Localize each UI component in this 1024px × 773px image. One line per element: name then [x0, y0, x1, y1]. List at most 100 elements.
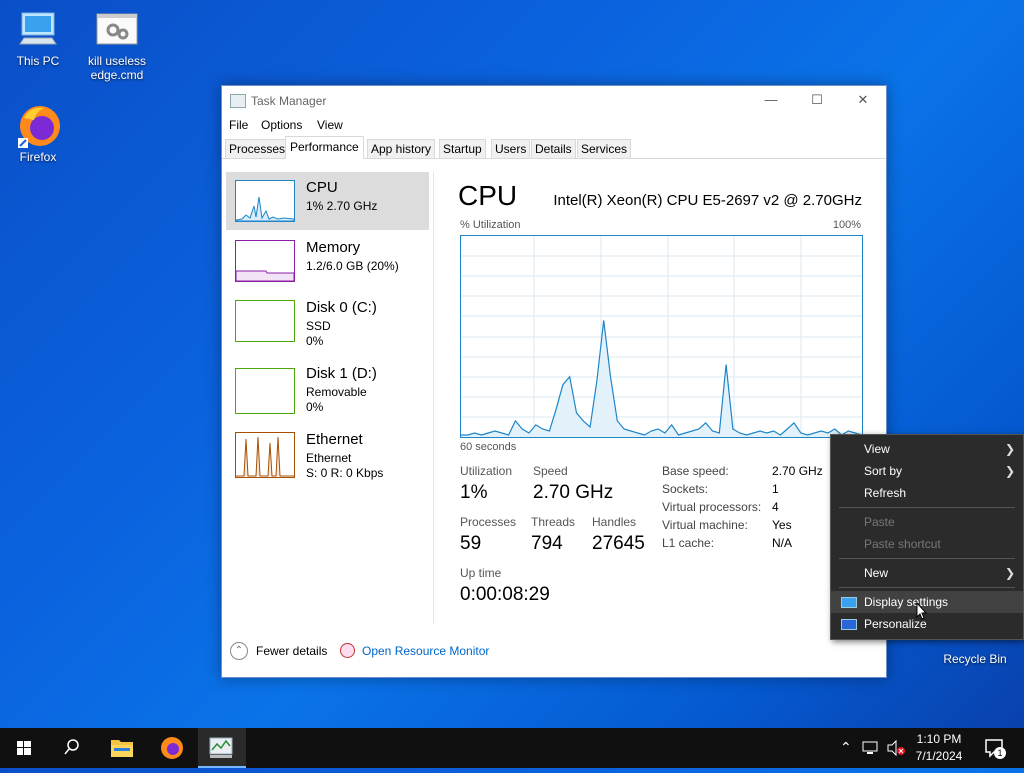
desktop-icon-label: kill useless edge.cmd [87, 54, 147, 82]
resource-ethernet[interactable]: Ethernet Ethernet S: 0 R: 0 Kbps [226, 424, 429, 482]
folder-icon [111, 740, 133, 757]
menu-item-new[interactable]: New ❯ [831, 562, 1023, 584]
resource-detail: 1.2/6.0 GB (20%) [306, 259, 399, 273]
virtual-processors-label: Virtual processors: [662, 500, 762, 514]
network-icon[interactable] [862, 740, 880, 756]
menu-item-label: View [864, 442, 890, 456]
resource-usage: 0% [306, 400, 324, 414]
handles-value: 27645 [592, 533, 645, 554]
menu-separator [839, 558, 1015, 559]
resource-monitor-icon [340, 643, 355, 658]
tab-performance[interactable]: Performance [285, 136, 364, 159]
resource-name: CPU [306, 179, 338, 196]
chevron-up-icon: ⌃ [230, 642, 248, 660]
mouse-cursor-icon [916, 602, 928, 620]
resource-name: Memory [306, 239, 361, 256]
cpu-thumbnail-graph [235, 180, 295, 222]
resource-detail: SSD [306, 319, 331, 333]
utilization-label: Utilization [460, 464, 513, 478]
tab-app-history[interactable]: App history [367, 139, 436, 158]
resource-usage: 0% [306, 334, 324, 348]
task-manager-taskbar-button[interactable] [198, 728, 246, 768]
desktop-icon-label: Firefox [19, 150, 57, 164]
clock-time[interactable]: 1:10 PM [908, 732, 970, 746]
sockets-label: Sockets: [662, 482, 709, 496]
title-bar[interactable]: Task Manager — ☐ ✕ [222, 86, 886, 116]
desktop-icon-firefox[interactable]: Firefox [0, 106, 76, 164]
chevron-right-icon: ❯ [1004, 442, 1015, 456]
menu-view[interactable]: View [317, 118, 343, 132]
resource-memory[interactable]: Memory 1.2/6.0 GB (20%) [226, 232, 429, 290]
display-icon [841, 597, 857, 608]
tab-users[interactable]: Users [491, 139, 531, 158]
desktop-icon-recycle-bin[interactable]: Recycle Bin [937, 636, 1013, 666]
computer-icon [16, 10, 60, 50]
resource-usage: S: 0 R: 0 Kbps [306, 466, 384, 480]
processes-value: 59 [460, 533, 482, 554]
base-speed-value: 2.70 GHz [772, 464, 823, 478]
desktop-icon-this-pc[interactable]: This PC [0, 10, 76, 68]
resource-detail: Removable [306, 385, 367, 399]
sockets-value: 1 [772, 482, 779, 496]
cpu-utilization-graph [460, 235, 863, 438]
chevron-right-icon: ❯ [1004, 566, 1015, 580]
resource-cpu[interactable]: CPU 1% 2.70 GHz [226, 172, 429, 230]
tab-services[interactable]: Services [577, 139, 632, 158]
virtual-machine-value: Yes [772, 518, 792, 532]
cpu-title: CPU [458, 180, 518, 211]
ethernet-thumbnail-graph [235, 432, 295, 478]
search-icon [64, 739, 79, 755]
firefox-icon [161, 737, 183, 759]
menu-item-paste-shortcut: Paste shortcut [831, 533, 1023, 555]
handles-label: Handles [592, 515, 637, 529]
resource-name: Disk 1 (D:) [306, 365, 377, 382]
open-resource-monitor-label: Open Resource Monitor [362, 644, 490, 658]
firefox-taskbar-button[interactable] [148, 728, 196, 768]
maximize-button[interactable]: ☐ [794, 86, 840, 116]
menu-item-view[interactable]: View ❯ [831, 438, 1023, 460]
graph-max-label: 100% [832, 219, 861, 231]
fewer-details-label: Fewer details [256, 644, 328, 658]
task-manager-window: Task Manager — ☐ ✕ File Options View Pro… [221, 85, 887, 678]
virtual-machine-label: Virtual machine: [662, 518, 748, 532]
memory-thumbnail-graph [235, 240, 295, 282]
volume-muted-icon[interactable] [886, 740, 906, 756]
chevron-up-icon[interactable]: ⌃ [840, 739, 852, 756]
tab-strip: Processes Performance App history Startu… [222, 136, 886, 159]
menu-item-refresh[interactable]: Refresh [831, 482, 1023, 504]
file-explorer-button[interactable] [98, 728, 146, 768]
resource-disk-1[interactable]: Disk 1 (D:) Removable 0% [226, 358, 429, 416]
menu-options[interactable]: Options [261, 118, 302, 132]
menu-item-label: Refresh [864, 486, 907, 500]
start-button[interactable] [0, 728, 48, 768]
menu-item-label: Paste shortcut [864, 537, 941, 551]
personalize-icon [841, 619, 857, 630]
tab-processes[interactable]: Processes [225, 139, 290, 158]
l1-cache-label: L1 cache: [662, 536, 715, 550]
clock-date[interactable]: 7/1/2024 [908, 749, 970, 763]
speed-value: 2.70 GHz [533, 482, 614, 503]
notification-count-badge: 1 [994, 747, 1006, 759]
menu-item-sort-by[interactable]: Sort by ❯ [831, 460, 1023, 482]
action-center-button[interactable]: 1 [982, 736, 1006, 760]
threads-label: Threads [531, 515, 576, 529]
desktop-icon-label: Recycle Bin [943, 652, 1007, 666]
window-footer: ⌃ Fewer details Open Resource Monitor [222, 624, 886, 677]
uptime-label: Up time [460, 566, 502, 580]
threads-value: 794 [531, 533, 563, 554]
disk1-thumbnail-graph [235, 368, 295, 414]
resource-detail: Ethernet [306, 451, 352, 465]
cpu-utilization-line [461, 320, 863, 436]
search-button[interactable] [48, 728, 96, 768]
resource-name: Ethernet [306, 431, 363, 448]
desktop-icon-kill-edge[interactable]: kill useless edge.cmd [79, 10, 155, 82]
uptime-value: 0:00:08:29 [460, 584, 550, 605]
tab-startup[interactable]: Startup [439, 139, 486, 158]
cpu-utilization-area [461, 320, 862, 437]
close-button[interactable]: ✕ [840, 86, 886, 116]
minimize-button[interactable]: — [748, 86, 794, 116]
menu-file[interactable]: File [229, 118, 248, 132]
speed-label: Speed [533, 464, 568, 478]
resource-disk-0[interactable]: Disk 0 (C:) SSD 0% [226, 292, 429, 350]
tab-details[interactable]: Details [531, 139, 576, 158]
